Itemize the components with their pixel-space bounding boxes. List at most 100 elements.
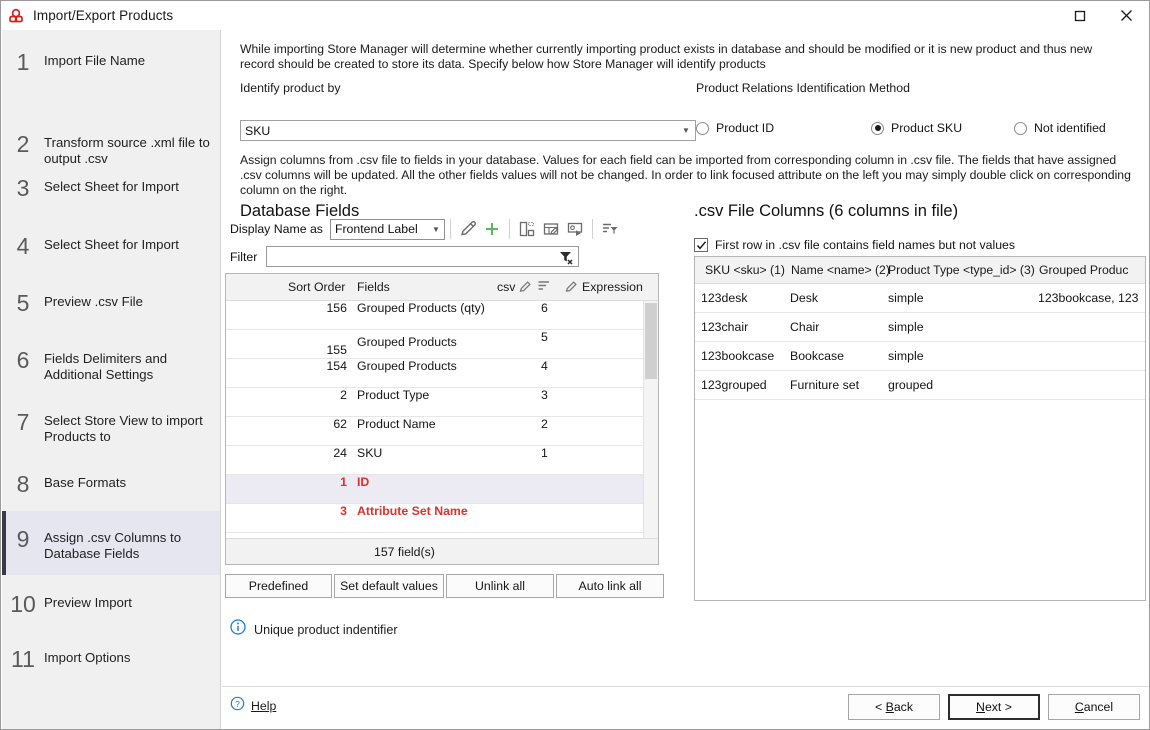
sidebar-step-4[interactable]: 4 Select Sheet for Import [2, 220, 220, 277]
column-header-expression[interactable]: Expression [582, 280, 643, 294]
table-row[interactable]: 156 Grouped Products (qty) 6 [226, 301, 658, 330]
import-export-products-window: Import/Export Products 1 Import File Nam… [0, 0, 1150, 730]
edit-column-icon[interactable] [539, 218, 563, 240]
column-header-sort-order[interactable]: Sort Order [288, 280, 345, 294]
back-button[interactable]: < Back [848, 694, 940, 720]
table-row-selected[interactable]: 1 ID [226, 475, 658, 504]
csv-column-header-grouped-products[interactable]: Grouped Produc [1039, 263, 1128, 277]
cell-field: Product Type [357, 388, 430, 402]
radio-not-identified[interactable]: Not identified [1014, 121, 1106, 135]
grid-vertical-scrollbar[interactable] [643, 301, 658, 539]
unlink-all-button[interactable]: Unlink all [446, 574, 554, 598]
table-row[interactable]: 62 Product Name 2 [226, 417, 658, 446]
sidebar-step-8[interactable]: 8 Base Formats [2, 458, 220, 511]
sidebar-step-7[interactable]: 7 Select Store View to import Products t… [2, 396, 220, 458]
intro-text: While importing Store Manager will deter… [240, 42, 1093, 71]
map-columns-icon[interactable] [515, 218, 539, 240]
cancel-button[interactable]: Cancel [1048, 694, 1140, 720]
csv-sort-icon[interactable] [537, 279, 551, 296]
close-button[interactable] [1103, 1, 1149, 30]
step-number: 1 [16, 49, 30, 75]
sidebar-step-10[interactable]: 10 Preview Import [2, 575, 220, 633]
sort-filter-icon[interactable] [598, 218, 622, 240]
radio-icon-selected [871, 121, 884, 135]
display-name-toolbar: Display Name as Frontend Label ▼ [230, 218, 622, 240]
database-fields-grid[interactable]: Sort Order Fields csv Expression 156 Gro… [225, 273, 659, 565]
step-number: 2 [16, 131, 30, 157]
table-row[interactable]: 154 Grouped Products 4 [226, 359, 658, 388]
next-button[interactable]: Next > [948, 694, 1040, 720]
cell-csv: 4 [541, 359, 548, 373]
step-number: 9 [16, 526, 30, 552]
toolbar-divider [591, 219, 593, 239]
unique-identifier-note: Unique product indentifier [230, 619, 398, 640]
apply-column-icon[interactable] [563, 218, 587, 240]
csv-columns-grid[interactable]: SKU <sku> (1) Name <name> (2) Product Ty… [694, 256, 1146, 601]
csv-edit-pencil-icon[interactable] [518, 279, 533, 297]
checkmark-icon [696, 240, 706, 250]
csv-column-header-sku[interactable]: SKU <sku> (1) [705, 263, 785, 277]
csv-column-header-name[interactable]: Name <name> (2) [791, 263, 890, 277]
csv-grid-header-row: SKU <sku> (1) Name <name> (2) Product Ty… [695, 257, 1145, 284]
auto-link-all-button[interactable]: Auto link all [556, 574, 664, 598]
csv-table-row[interactable]: 123grouped Furniture set grouped [695, 371, 1145, 400]
identify-product-by-select[interactable]: SKU ▼ [240, 120, 696, 141]
cell-field: SKU [357, 446, 383, 460]
expression-edit-pencil-icon[interactable] [564, 279, 579, 297]
csv-table-row[interactable]: 123desk Desk simple 123bookcase, 123 [695, 284, 1145, 313]
radio-icon [1014, 121, 1027, 135]
set-default-values-button[interactable]: Set default values [334, 574, 444, 598]
product-relations-radio-group: Product ID Product SKU Not identified [696, 121, 1106, 135]
scrollbar-thumb[interactable] [645, 303, 657, 379]
sidebar-step-1[interactable]: 1 Import File Name [2, 30, 220, 88]
radio-product-sku[interactable]: Product SKU [871, 121, 1014, 135]
sidebar-step-11[interactable]: 11 Import Options [2, 633, 220, 691]
chevron-down-icon: ▼ [682, 126, 690, 135]
table-row[interactable]: 155 Grouped Products 5 [226, 330, 658, 359]
sidebar-step-6[interactable]: 6 Fields Delimiters and Additional Setti… [2, 334, 220, 396]
toolbar-divider [449, 219, 451, 239]
column-header-csv[interactable]: csv [497, 280, 515, 294]
clear-filter-icon[interactable] [559, 250, 574, 270]
csv-cell-type: grouped [888, 378, 934, 392]
table-row[interactable]: 24 SKU 1 [226, 446, 658, 475]
table-row[interactable]: 3 Attribute Set Name [226, 504, 658, 533]
sidebar-step-3[interactable]: 3 Select Sheet for Import [2, 162, 220, 220]
add-plus-icon[interactable] [480, 218, 504, 240]
sidebar-step-9[interactable]: 9 Assign .csv Columns to Database Fields [2, 511, 220, 575]
identify-product-by-value: SKU [245, 123, 271, 138]
maximize-icon [1074, 10, 1086, 21]
help-link[interactable]: ? Help [230, 696, 276, 716]
radio-product-id[interactable]: Product ID [696, 121, 871, 135]
main-content: While importing Store Manager will deter… [222, 30, 1148, 728]
filter-input[interactable] [266, 246, 579, 267]
first-row-checkbox-row[interactable]: First row in .csv file contains field na… [694, 238, 1015, 252]
filter-row: Filter [230, 246, 579, 267]
cell-sort-order: 3 [340, 504, 347, 518]
cell-csv: 3 [541, 388, 548, 402]
csv-table-row[interactable]: 123chair Chair simple [695, 313, 1145, 342]
radio-label: Product ID [716, 121, 775, 135]
step-number: 8 [16, 471, 30, 497]
table-row[interactable]: 2 Product Type 3 [226, 388, 658, 417]
edit-pencil-icon[interactable] [456, 218, 480, 240]
cell-field: ID [357, 475, 370, 489]
maximize-button[interactable] [1057, 1, 1103, 30]
step-label: Fields Delimiters and Additional Setting… [44, 351, 168, 382]
store-manager-logo-icon [7, 7, 25, 25]
predefined-button[interactable]: Predefined [225, 574, 332, 598]
display-name-as-select[interactable]: Frontend Label ▼ [329, 218, 445, 240]
unique-identifier-text: Unique product indentifier [254, 622, 398, 637]
cell-csv: 5 [541, 330, 548, 344]
column-header-fields[interactable]: Fields [357, 280, 390, 294]
chevron-down-icon: ▼ [431, 224, 440, 234]
csv-table-row[interactable]: 123bookcase Bookcase simple [695, 342, 1145, 371]
csv-cell-name: Chair [790, 320, 820, 334]
cell-sort-order: 2 [340, 388, 347, 402]
csv-column-header-product-type[interactable]: Product Type <type_id> (3) [888, 263, 1035, 277]
footer-button-row: < Back Next > Cancel [840, 694, 1140, 720]
sidebar-step-2[interactable]: 2 Transform source .xml file to output .… [2, 88, 220, 166]
first-row-checkbox[interactable] [694, 238, 708, 252]
step-label: Preview .csv File [44, 294, 143, 309]
sidebar-step-5[interactable]: 5 Preview .csv File [2, 277, 220, 334]
